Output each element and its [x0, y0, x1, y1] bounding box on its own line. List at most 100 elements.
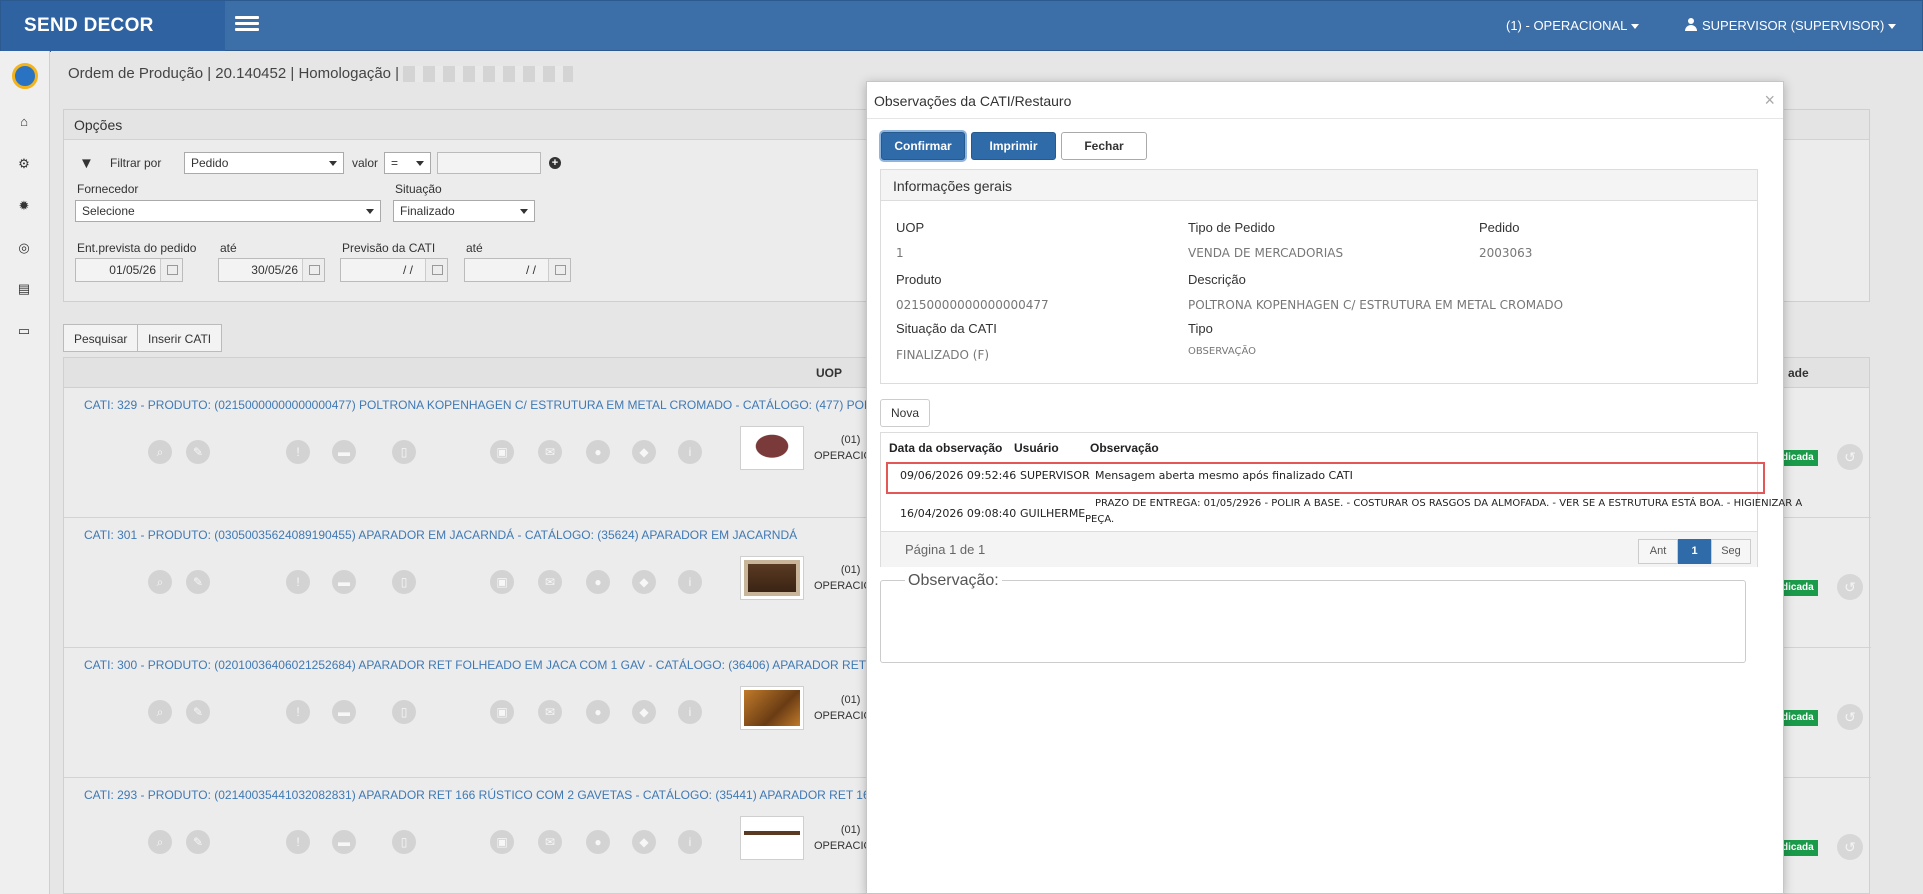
- page-title-text: Ordem de Produção | 20.140452 | Homologa…: [68, 65, 400, 82]
- pagination: Página 1 de 1 Ant 1 Seg: [881, 531, 1757, 567]
- order-date-from-input[interactable]: 01/05/26: [75, 258, 183, 282]
- history-icon[interactable]: ↺: [1837, 444, 1863, 470]
- image-icon[interactable]: ▣: [490, 830, 514, 854]
- observation-fieldset[interactable]: Observação:: [880, 572, 1746, 663]
- prev-page-button[interactable]: Ant: [1638, 539, 1678, 564]
- envelope-icon[interactable]: ✉: [538, 830, 562, 854]
- product-thumbnail[interactable]: [740, 816, 804, 860]
- product-thumbnail[interactable]: [740, 556, 804, 600]
- history-icon[interactable]: ↺: [1837, 574, 1863, 600]
- envelope-icon[interactable]: ✉: [538, 700, 562, 724]
- comment-icon[interactable]: ●: [586, 570, 610, 594]
- warning-icon[interactable]: !: [286, 700, 310, 724]
- close-button[interactable]: Fechar: [1061, 132, 1147, 160]
- add-filter-icon[interactable]: +: [549, 157, 561, 169]
- warning-icon[interactable]: !: [286, 440, 310, 464]
- search-icon[interactable]: ⌕: [148, 700, 172, 724]
- observations-table: Data da observação Usuário Observação 09…: [880, 432, 1802, 567]
- unit-menu[interactable]: (1) - OPERACIONAL: [1506, 18, 1640, 33]
- file-icon[interactable]: ▯: [392, 570, 416, 594]
- uop-column-header: UOP: [816, 366, 843, 380]
- info-icon[interactable]: i: [678, 570, 702, 594]
- filter-value-input[interactable]: [437, 152, 541, 174]
- status-select[interactable]: Finalizado: [393, 200, 535, 222]
- image-icon[interactable]: ▣: [490, 570, 514, 594]
- compass-icon[interactable]: ◎: [17, 241, 31, 254]
- calendar-icon[interactable]: [548, 259, 570, 281]
- info-icon[interactable]: i: [678, 700, 702, 724]
- comment-icon[interactable]: ●: [586, 830, 610, 854]
- document-icon[interactable]: ▤: [17, 282, 31, 295]
- search-icon[interactable]: ⌕: [148, 570, 172, 594]
- product-thumbnail[interactable]: [740, 426, 804, 470]
- insert-cati-button[interactable]: Inserir CATI: [137, 324, 223, 352]
- product-thumbnail[interactable]: [740, 686, 804, 730]
- wrench-icon[interactable]: ✎: [186, 700, 210, 724]
- truck-icon[interactable]: ▬: [332, 440, 356, 464]
- laptop-icon[interactable]: ▭: [17, 324, 31, 337]
- selected-row-highlight: [886, 462, 1765, 494]
- filter-field-select[interactable]: Pedido: [184, 152, 344, 174]
- file-icon[interactable]: ▯: [392, 440, 416, 464]
- search-icon[interactable]: ⌕: [148, 440, 172, 464]
- file-icon[interactable]: ▯: [392, 830, 416, 854]
- ticket-icon[interactable]: ◆: [632, 570, 656, 594]
- warning-icon[interactable]: !: [286, 570, 310, 594]
- operator-select[interactable]: =: [384, 152, 431, 174]
- until-label-2: até: [466, 241, 483, 255]
- ticket-icon[interactable]: ◆: [632, 700, 656, 724]
- envelope-icon[interactable]: ✉: [538, 570, 562, 594]
- truck-icon[interactable]: ▬: [332, 570, 356, 594]
- info-icon[interactable]: i: [678, 830, 702, 854]
- menu-toggle-icon[interactable]: [235, 16, 259, 34]
- redacted-text: [403, 66, 574, 83]
- warning-icon[interactable]: !: [286, 830, 310, 854]
- page-1-button[interactable]: 1: [1678, 539, 1711, 564]
- image-icon[interactable]: ▣: [490, 440, 514, 464]
- file-icon[interactable]: ▯: [392, 700, 416, 724]
- row-title-link[interactable]: CATI: 329 - PRODUTO: (021500000000000004…: [84, 398, 940, 412]
- observation-user: GUILHERME: [1020, 507, 1086, 520]
- history-icon[interactable]: ↺: [1837, 704, 1863, 730]
- value-label: valor: [352, 156, 379, 170]
- user-menu[interactable]: SUPERVISOR (SUPERVISOR): [1685, 18, 1897, 33]
- history-icon[interactable]: ↺: [1837, 834, 1863, 860]
- home-icon[interactable]: ⌂: [17, 115, 31, 128]
- next-page-button[interactable]: Seg: [1711, 539, 1751, 564]
- sidebar: ⌂ ⚙ ✹ ◎ ▤ ▭: [0, 51, 50, 894]
- search-icon[interactable]: ⌕: [148, 830, 172, 854]
- cati-status-label: Situação da CATI: [896, 321, 997, 336]
- confirm-button[interactable]: Confirmar: [881, 132, 965, 160]
- supplier-select[interactable]: Selecione: [75, 200, 381, 222]
- image-icon[interactable]: ▣: [490, 700, 514, 724]
- truck-icon[interactable]: ▬: [332, 700, 356, 724]
- wrench-icon[interactable]: ✎: [186, 830, 210, 854]
- new-observation-button[interactable]: Nova: [880, 399, 930, 427]
- order-date-to-input[interactable]: 30/05/26: [218, 258, 325, 282]
- calendar-icon[interactable]: [425, 259, 447, 281]
- cati-date-from-input[interactable]: / /: [340, 258, 448, 282]
- brand-logo[interactable]: SEND DECOR: [1, 1, 225, 52]
- comment-icon[interactable]: ●: [586, 440, 610, 464]
- cogs-icon[interactable]: ⚙: [17, 157, 31, 170]
- gear-icon[interactable]: ✹: [17, 199, 31, 212]
- row-title-link[interactable]: CATI: 300 - PRODUTO: (020100364060212526…: [84, 658, 947, 672]
- calendar-icon[interactable]: [302, 259, 324, 281]
- comment-icon[interactable]: ●: [586, 700, 610, 724]
- envelope-icon[interactable]: ✉: [538, 440, 562, 464]
- row-title-link[interactable]: CATI: 301 - PRODUTO: (030500356240891904…: [84, 528, 797, 542]
- wrench-icon[interactable]: ✎: [186, 570, 210, 594]
- filter-icon[interactable]: ▼: [79, 155, 94, 172]
- info-icon[interactable]: i: [678, 440, 702, 464]
- print-button[interactable]: Imprimir: [971, 132, 1056, 160]
- ticket-icon[interactable]: ◆: [632, 830, 656, 854]
- uop-value: 1: [896, 246, 904, 260]
- search-button[interactable]: Pesquisar: [63, 324, 139, 352]
- wrench-icon[interactable]: ✎: [186, 440, 210, 464]
- calendar-icon[interactable]: [160, 259, 182, 281]
- row-title-link[interactable]: CATI: 293 - PRODUTO: (021400354410320828…: [84, 788, 946, 802]
- truck-icon[interactable]: ▬: [332, 830, 356, 854]
- close-icon[interactable]: ×: [1764, 91, 1775, 109]
- cati-date-to-input[interactable]: / /: [464, 258, 571, 282]
- ticket-icon[interactable]: ◆: [632, 440, 656, 464]
